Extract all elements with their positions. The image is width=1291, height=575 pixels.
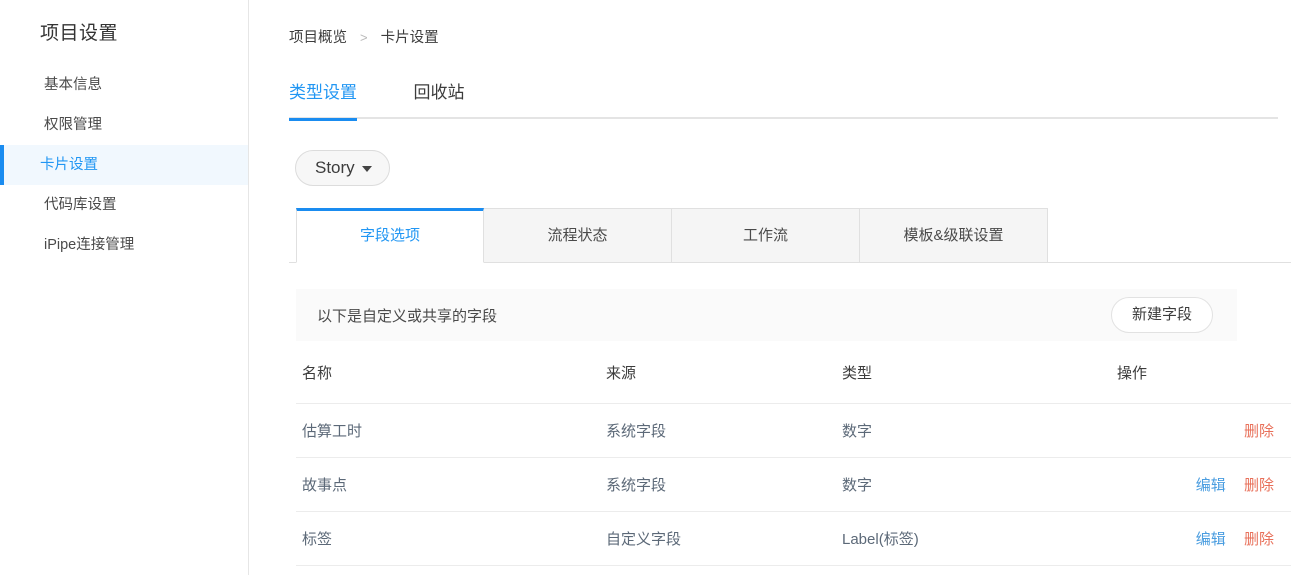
sidebar-nav: 基本信息 权限管理 卡片设置 代码库设置 iPipe连接管理 (0, 65, 248, 265)
sub-tab-bar: 字段选项 流程状态 工作流 模板&级联设置 (289, 207, 1291, 263)
cell-field-source: 系统字段 (606, 457, 842, 512)
cell-field-actions: 编辑 删除 (1080, 511, 1291, 566)
column-header-name: 名称 (296, 341, 606, 404)
new-field-button[interactable]: 新建字段 (1110, 297, 1213, 333)
cell-field-type: 数字 (842, 457, 1080, 512)
subtab-process-status[interactable]: 流程状态 (484, 208, 672, 263)
cell-field-type: Label(标签) (842, 511, 1080, 566)
type-selector-row: Story (295, 150, 1291, 186)
fields-table-head: 名称 来源 类型 操作 (296, 341, 1291, 404)
story-type-label: Story (315, 158, 355, 177)
sidebar-title: 项目设置 (40, 23, 119, 44)
delete-link[interactable]: 删除 (1244, 477, 1274, 494)
table-row: 标签 自定义字段 Label(标签) 编辑 删除 (296, 511, 1291, 566)
story-type-dropdown[interactable]: Story (295, 150, 390, 186)
cell-field-actions: 删除 (1080, 403, 1291, 458)
column-header-source: 来源 (606, 341, 842, 404)
sidebar-item-card-settings[interactable]: 卡片设置 (0, 145, 248, 185)
fields-table-body: 估算工时 系统字段 数字 删除 故事点 系统字段 数字 编辑 删除 标签 自定义… (296, 403, 1291, 566)
column-header-actions: 操作 (1080, 341, 1291, 404)
cell-field-type: 数字 (842, 403, 1080, 458)
cell-field-name: 故事点 (296, 457, 606, 512)
edit-link[interactable]: 编辑 (1196, 477, 1226, 494)
breadcrumb-parent[interactable]: 项目概览 (289, 30, 347, 46)
cell-field-source: 系统字段 (606, 403, 842, 458)
fields-table: 名称 来源 类型 操作 估算工时 系统字段 数字 删除 故事点 系统字段 数字 … (296, 341, 1291, 566)
subtab-template-cascade[interactable]: 模板&级联设置 (860, 208, 1048, 263)
app-root: 项目设置 基本信息 权限管理 卡片设置 代码库设置 iPipe连接管理 项目概览… (0, 0, 1291, 575)
cell-field-name: 估算工时 (296, 403, 606, 458)
table-row: 估算工时 系统字段 数字 删除 (296, 403, 1291, 458)
delete-link[interactable]: 删除 (1244, 423, 1274, 440)
breadcrumb-separator-icon: > (360, 30, 368, 45)
column-header-type: 类型 (842, 341, 1080, 404)
tab-type-settings[interactable]: 类型设置 (289, 69, 357, 121)
tab-recycle-bin[interactable]: 回收站 (413, 69, 464, 119)
cell-field-source: 自定义字段 (606, 511, 842, 566)
sidebar-item-basic-info[interactable]: 基本信息 (0, 65, 248, 105)
sidebar-item-permissions[interactable]: 权限管理 (0, 105, 248, 145)
info-bar-text: 以下是自定义或共享的字段 (317, 307, 498, 325)
main-content: 项目概览 > 卡片设置 类型设置 回收站 Story 字段选项 流程状态 工作流… (249, 0, 1291, 575)
sub-tab-list: 字段选项 流程状态 工作流 模板&级联设置 (296, 208, 1048, 263)
delete-link[interactable]: 删除 (1244, 531, 1274, 548)
cell-field-name: 标签 (296, 511, 606, 566)
subtab-workflow[interactable]: 工作流 (672, 208, 860, 263)
cell-field-actions: 编辑 删除 (1080, 457, 1291, 512)
breadcrumb-current: 卡片设置 (380, 30, 439, 46)
sidebar-item-repository-settings[interactable]: 代码库设置 (0, 185, 248, 225)
breadcrumb: 项目概览 > 卡片设置 (249, 0, 1291, 47)
info-bar: 以下是自定义或共享的字段 新建字段 (296, 289, 1237, 341)
sidebar: 项目设置 基本信息 权限管理 卡片设置 代码库设置 iPipe连接管理 (0, 0, 249, 575)
table-header-row: 名称 来源 类型 操作 (296, 341, 1291, 404)
table-row: 故事点 系统字段 数字 编辑 删除 (296, 457, 1291, 512)
top-tab-bar: 类型设置 回收站 (289, 69, 1278, 121)
subtab-field-options[interactable]: 字段选项 (296, 208, 484, 263)
sidebar-item-ipipe-connection[interactable]: iPipe连接管理 (0, 225, 248, 265)
chevron-down-icon (361, 165, 372, 172)
edit-link[interactable]: 编辑 (1196, 531, 1226, 548)
